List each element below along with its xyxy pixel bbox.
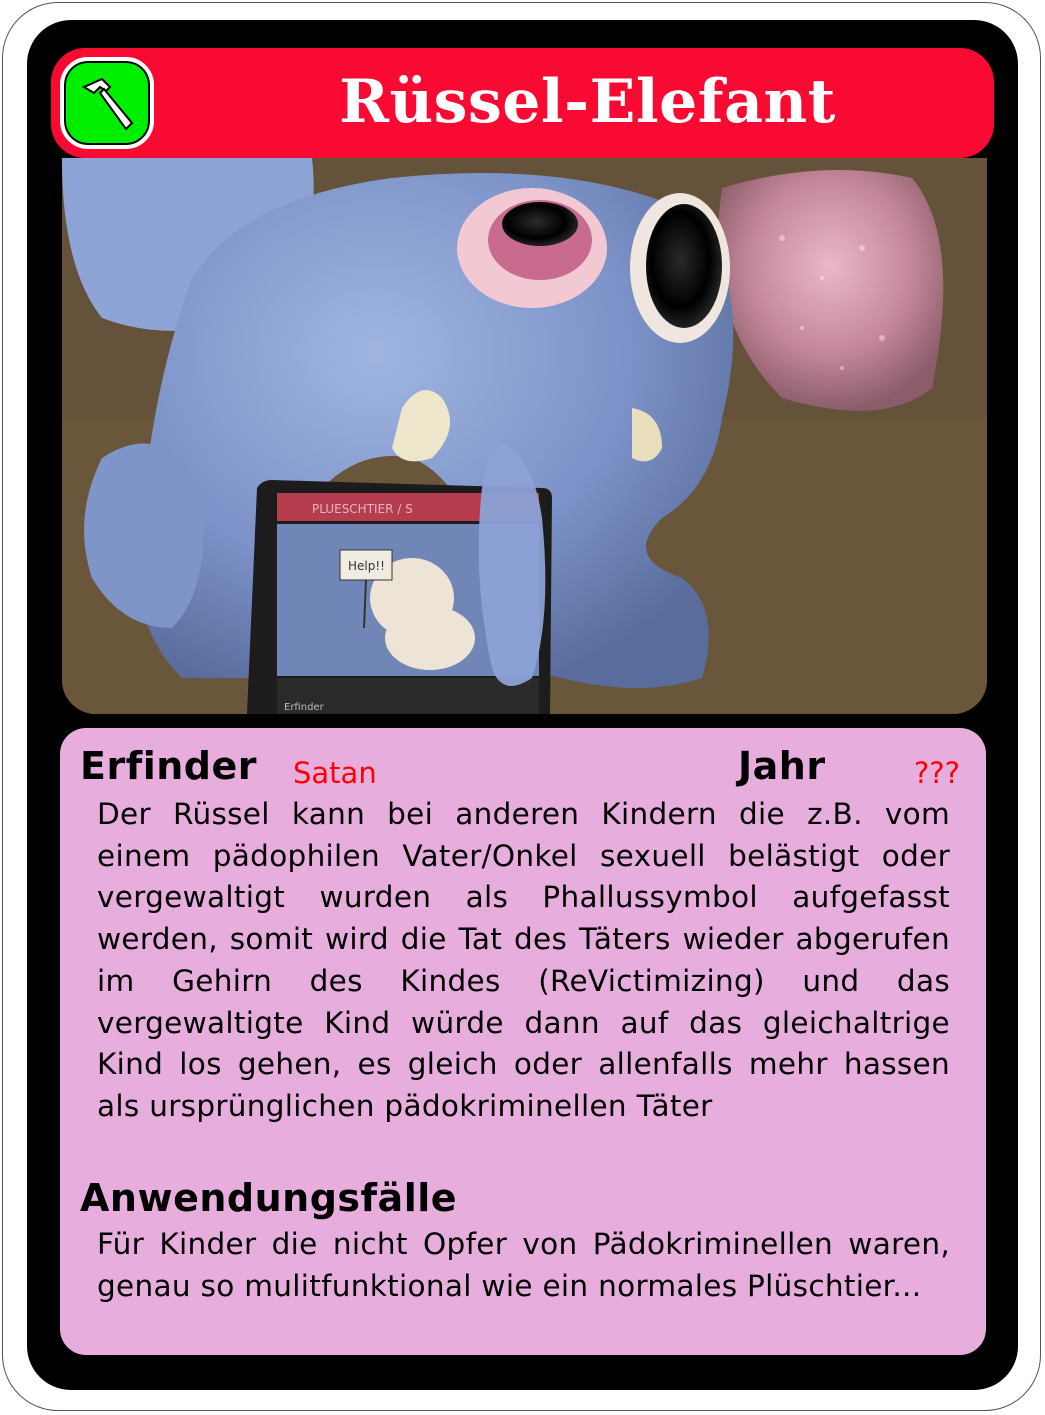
card-photo: PLUESCHTIER / S Help!! Erfinder [62,158,987,714]
photo-card-header: PLUESCHTIER / S [312,502,413,516]
type-badge [60,57,154,149]
photo-card-footer: Erfinder [284,702,325,713]
hammer-icon [81,77,134,131]
info-panel: Erfinder Satan Jahr ??? Der Rüssel kann … [60,728,986,1355]
photo-card-sign: Help!! [348,559,385,573]
plush-elephant-photo: PLUESCHTIER / S Help!! Erfinder [62,158,987,714]
usecases-label: Anwendungsfälle [80,1176,458,1220]
inventor-value: Satan [293,756,377,790]
inventor-label: Erfinder [80,744,258,788]
meta-row: Erfinder Satan Jahr ??? [80,744,966,794]
year-value: ??? [913,756,960,790]
description-text: Der Rüssel kann bei anderen Kindern die … [97,797,950,1123]
usecases-text: Für Kinder die nicht Opfer von Pädokrimi… [97,1227,950,1303]
title-bar: Rüssel-Elefant [51,48,994,158]
year-label: Jahr [738,744,826,788]
card-title: Rüssel-Elefant [339,67,836,137]
